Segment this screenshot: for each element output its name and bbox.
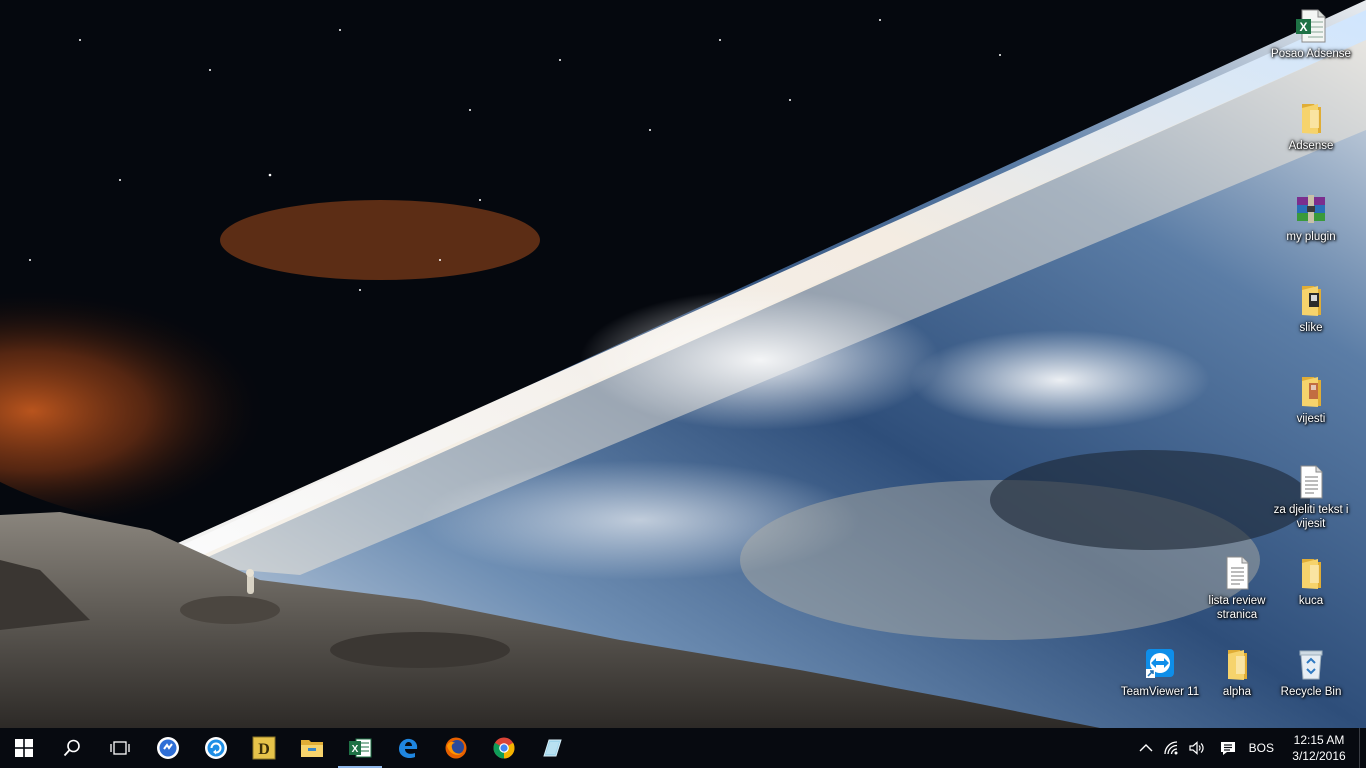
edge-icon (399, 738, 418, 759)
taskbar-chrome[interactable] (480, 728, 528, 768)
task-view-icon (110, 741, 130, 755)
teamviewer-icon (1146, 649, 1174, 678)
chrome-icon (493, 737, 515, 759)
desktop-icon-label: Recycle Bin (1280, 686, 1342, 698)
desktop-icon-label: za djeliti tekst i vijesit (1273, 504, 1349, 530)
desktop-icon-label: slike (1299, 322, 1323, 334)
folder-icon (1228, 650, 1247, 680)
folder-icon (1302, 559, 1321, 589)
taskbar-app-blue-refresh[interactable] (192, 728, 240, 768)
taskbar-app-blue-circle[interactable] (144, 728, 192, 768)
text-document-icon (1226, 556, 1249, 590)
blue-circle-app-icon (157, 737, 179, 759)
desktop-icon-label: Adsense (1288, 140, 1334, 152)
desktop-icon-recycle-bin[interactable]: Recycle Bin (1273, 642, 1349, 699)
speaker-icon (1189, 741, 1204, 755)
taskbar-edge[interactable] (384, 728, 432, 768)
search-button[interactable] (48, 728, 96, 768)
glass-app-icon (543, 739, 562, 757)
winrar-archive-icon (1297, 195, 1325, 223)
start-button[interactable] (0, 728, 48, 768)
desktop-icon-kuca[interactable]: kuca (1273, 551, 1349, 608)
desktop-icon-adsense[interactable]: Adsense (1273, 96, 1349, 153)
folder-icon (1302, 377, 1321, 407)
svg-text:X: X (352, 744, 359, 755)
action-center-button[interactable] (1210, 728, 1244, 768)
search-icon (63, 739, 80, 757)
network-button[interactable] (1158, 728, 1184, 768)
folder-icon (301, 740, 323, 757)
task-view-button[interactable] (96, 728, 144, 768)
folder-icon (1302, 104, 1321, 134)
wifi-icon (1164, 741, 1178, 755)
input-language-button[interactable]: BOS (1244, 728, 1279, 768)
taskbar-firefox[interactable] (432, 728, 480, 768)
desktop-icon-posao-adsense[interactable]: X Posao Adsense (1271, 4, 1351, 61)
show-desktop-button[interactable] (1359, 728, 1366, 768)
clock-time: 12:15 AM (1293, 733, 1345, 747)
taskbar-app-glass[interactable] (528, 728, 576, 768)
recycle-bin-icon (1299, 650, 1323, 680)
blue-refresh-app-icon (205, 737, 227, 759)
windows-logo-icon (15, 739, 33, 757)
chevron-up-icon (1139, 744, 1153, 752)
desktop-icon-slike[interactable]: slike (1273, 278, 1349, 335)
action-center-icon (1220, 741, 1235, 755)
taskbar-excel[interactable]: X (336, 728, 384, 768)
excel-file-icon: X (1296, 9, 1326, 43)
desktop-icon-label: kuca (1298, 595, 1324, 607)
desktop-icon-za-djeliti[interactable]: za djeliti tekst i vijesit (1273, 460, 1349, 531)
input-language: BOS (1248, 741, 1274, 755)
taskbar-file-explorer[interactable] (288, 728, 336, 768)
svg-text:D: D (258, 741, 270, 758)
excel-icon: X (349, 738, 372, 758)
text-document-icon (1300, 465, 1323, 499)
folder-icon (1302, 286, 1321, 316)
yellow-d-app-icon: D (252, 736, 276, 760)
svg-text:X: X (1299, 20, 1307, 34)
clock[interactable]: 12:15 AM 3/12/2016 (1279, 732, 1359, 764)
taskbar: D X BOS 12:15 AM 3/12/2016 (0, 728, 1366, 768)
desktop-icon-label: Posao Adsense (1271, 48, 1351, 60)
volume-button[interactable] (1184, 728, 1210, 768)
desktop-icon-vijesti[interactable]: vijesti (1273, 369, 1349, 426)
desktop-icon-teamviewer[interactable]: TeamViewer 11 (1121, 642, 1199, 699)
desktop[interactable]: X Posao Adsense Adsense my plugin slike (0, 0, 1366, 728)
wallpaper (0, 0, 1366, 728)
firefox-icon (445, 737, 467, 759)
clock-date: 3/12/2016 (1292, 749, 1346, 763)
desktop-icon-label: my plugin (1286, 231, 1336, 243)
desktop-icon-alpha[interactable]: alpha (1199, 642, 1275, 699)
desktop-icon-my-plugin[interactable]: my plugin (1273, 187, 1349, 244)
desktop-icon-label: vijesti (1296, 413, 1326, 425)
show-hidden-icons-button[interactable] (1134, 728, 1158, 768)
desktop-icon-lista-review[interactable]: lista review stranica (1199, 551, 1275, 622)
system-tray: BOS 12:15 AM 3/12/2016 (1134, 728, 1366, 768)
taskbar-app-d[interactable]: D (240, 728, 288, 768)
